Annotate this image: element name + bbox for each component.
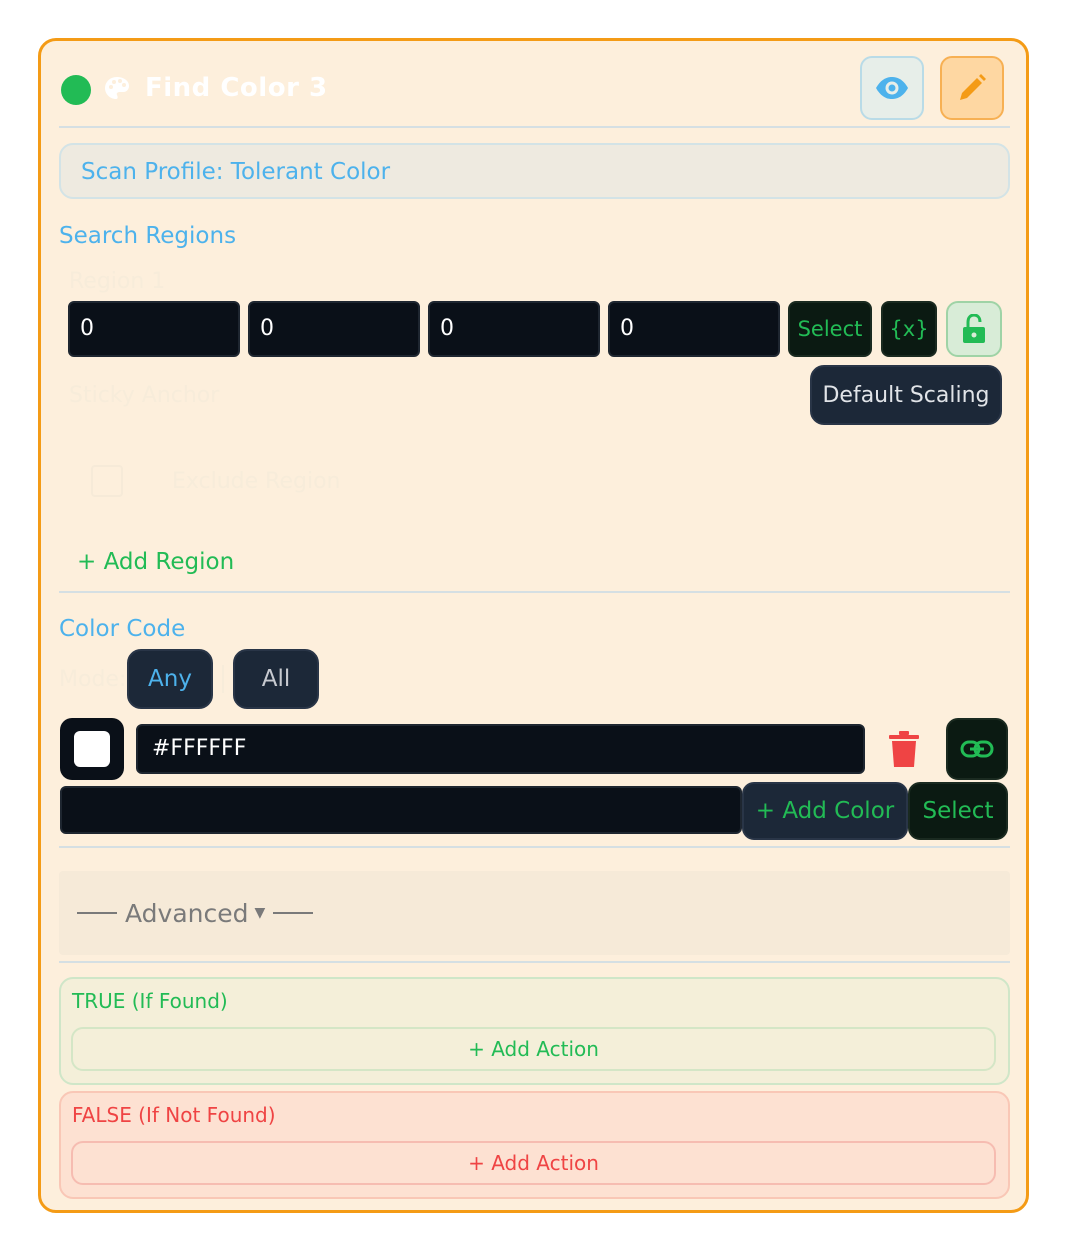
new-color-input[interactable]: [60, 786, 742, 834]
true-add-action-button[interactable]: + Add Action: [71, 1027, 996, 1071]
link-color-button[interactable]: [946, 718, 1008, 780]
caret-down-icon: ▼: [254, 905, 266, 921]
default-scaling-button[interactable]: Default Scaling: [810, 365, 1002, 425]
header-divider: [59, 126, 1010, 128]
advanced-line-right: [273, 912, 314, 914]
trash-icon: [889, 731, 919, 767]
advanced-toggle[interactable]: Advanced ▼: [59, 871, 1010, 955]
false-add-action-button[interactable]: + Add Action: [71, 1141, 996, 1185]
scan-profile-selector[interactable]: Scan Profile: Tolerant Color: [59, 143, 1010, 199]
mode-label: Mode:: [59, 667, 127, 692]
advanced-line-left: [77, 912, 117, 914]
add-color-button[interactable]: + Add Color: [742, 782, 908, 840]
link-icon: [960, 740, 994, 758]
true-branch: TRUE (If Found) + Add Action: [59, 977, 1010, 1085]
delete-color-button[interactable]: [888, 730, 920, 768]
regions-divider: [59, 591, 1010, 593]
advanced-divider: [59, 961, 1010, 963]
advanced-label: Advanced: [125, 898, 249, 928]
palette-icon: [103, 75, 131, 101]
region-variable-button[interactable]: {x}: [881, 301, 937, 357]
exclude-region-checkbox[interactable]: [91, 465, 123, 497]
region-select-button[interactable]: Select: [788, 301, 872, 357]
node-title: Find Color 3: [145, 73, 328, 103]
search-regions-title: Search Regions: [59, 223, 237, 249]
unlock-icon: [963, 314, 985, 343]
region-lock-button[interactable]: [946, 301, 1002, 357]
region-x-input[interactable]: 0: [68, 301, 240, 357]
region-height-input[interactable]: 0: [608, 301, 780, 357]
true-branch-label: TRUE (If Found): [72, 989, 228, 1013]
sticky-anchor-label: Sticky Anchor: [69, 383, 220, 408]
mode-any-button[interactable]: Any: [127, 649, 213, 709]
region-y-input[interactable]: 0: [248, 301, 420, 357]
add-region-button[interactable]: + Add Region: [77, 549, 234, 575]
pencil-icon: [960, 74, 986, 100]
mode-separator: [222, 665, 224, 693]
mode-all-button[interactable]: All: [233, 649, 319, 709]
color-select-button[interactable]: Select: [908, 782, 1008, 840]
region-label: Region 1: [69, 269, 166, 294]
region-width-input[interactable]: 0: [428, 301, 600, 357]
find-color-node-card: Find Color 3 Scan Profile: Tolerant Colo…: [38, 38, 1029, 1213]
color-divider: [59, 846, 1010, 848]
color-swatch: [74, 731, 110, 767]
false-branch: FALSE (If Not Found) + Add Action: [59, 1091, 1010, 1199]
preview-button[interactable]: [860, 56, 924, 120]
color-code-title: Color Code: [59, 616, 186, 642]
color-hex-input[interactable]: #FFFFFF: [136, 724, 865, 774]
scan-profile-label: Scan Profile: Tolerant Color: [81, 159, 391, 185]
false-branch-label: FALSE (If Not Found): [72, 1103, 276, 1127]
edit-button[interactable]: [940, 56, 1004, 120]
eye-icon: [876, 77, 908, 99]
color-swatch-button[interactable]: [60, 718, 124, 780]
status-dot: [61, 75, 91, 105]
exclude-region-label: Exclude Region: [172, 469, 341, 494]
